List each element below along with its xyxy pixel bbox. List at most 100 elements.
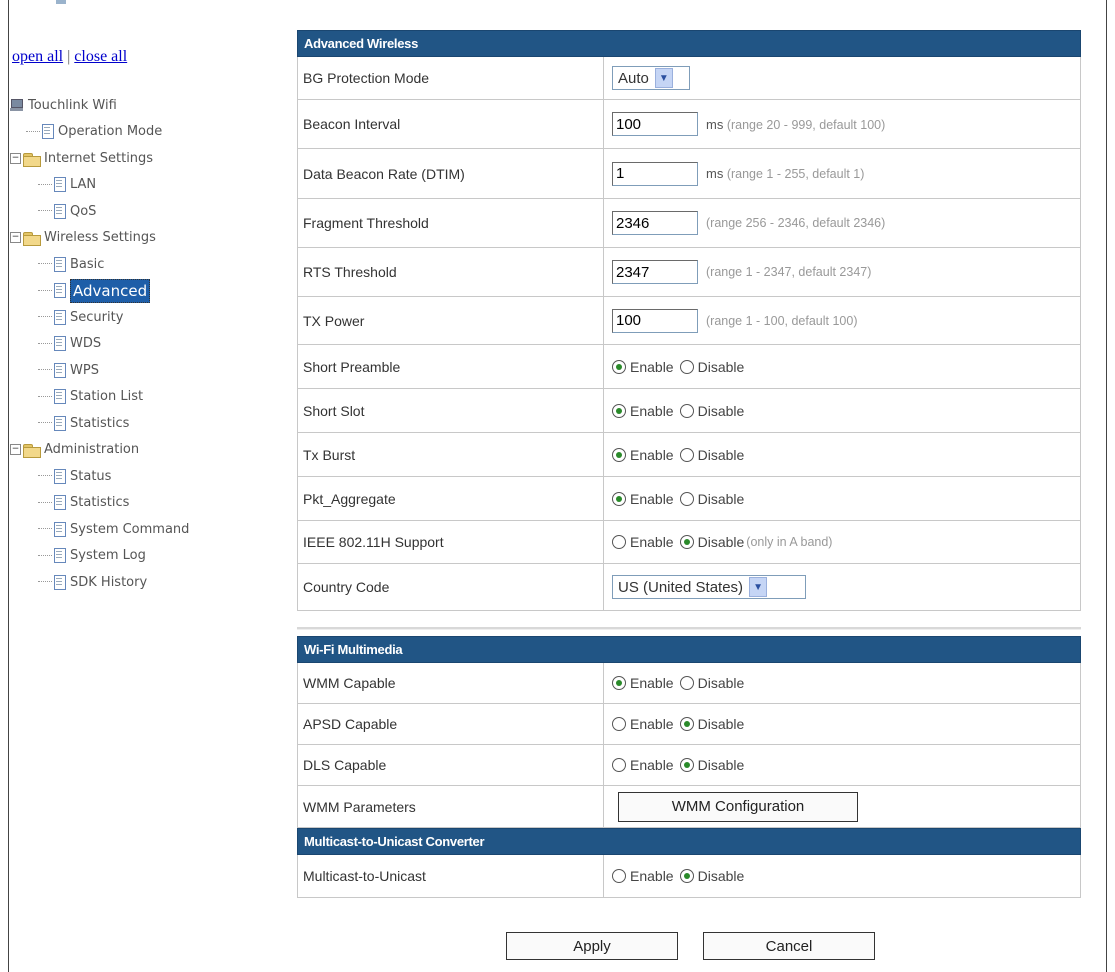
row-label: RTS Threshold: [298, 248, 604, 296]
cancel-button[interactable]: Cancel: [703, 932, 875, 960]
tree-connector: [38, 528, 52, 530]
row-label: Country Code: [298, 564, 604, 610]
hint-text: (range 1 - 255, default 1): [726, 167, 865, 181]
page-icon: [53, 362, 66, 378]
tree-item[interactable]: − Administration: [10, 437, 280, 464]
select-value: US (United States): [618, 578, 744, 596]
tree-item-label: Status: [70, 468, 112, 484]
dls-capable-disable-radio[interactable]: Disable: [679, 757, 744, 773]
tree-item[interactable]: Security: [10, 304, 280, 331]
wmm-configuration-button[interactable]: WMM Configuration: [618, 791, 858, 822]
row-label: IEEE 802.11H Support: [298, 521, 604, 563]
multicast-to-unicast-disable-radio[interactable]: Disable: [679, 868, 745, 884]
tree-item[interactable]: WPS: [10, 357, 280, 384]
tree-item[interactable]: QoS: [10, 198, 280, 225]
tx-burst-disable-radio[interactable]: Disable: [679, 446, 745, 463]
tree-connector: [38, 289, 52, 292]
apsd-capable-enable-radio[interactable]: Enable: [612, 716, 674, 732]
short-preamble-disable-radio[interactable]: Disable: [679, 359, 744, 375]
row-tx-burst: Tx Burst Enable Disable: [297, 433, 1081, 477]
radio-circle-icon: [679, 869, 694, 883]
open-all-link[interactable]: open all: [12, 48, 63, 65]
tx-power-input[interactable]: [612, 308, 698, 333]
row-ieee-80211h: IEEE 802.11H Support Enable Disable (only i…: [297, 521, 1081, 564]
tree-connector: [38, 183, 52, 186]
tree-controls: open all | close all: [12, 48, 280, 66]
wmm-capable-disable-radio[interactable]: Disable: [679, 675, 745, 691]
radio-circle-icon: [612, 535, 626, 549]
pkt-aggregate-disable-radio[interactable]: Disable: [679, 491, 744, 507]
row-label: Fragment Threshold: [298, 199, 604, 247]
dls-capable-enable-radio[interactable]: Enable: [612, 757, 674, 773]
multicast-to-unicast-enable-radio[interactable]: Enable: [612, 868, 674, 884]
collapse-toggle-icon[interactable]: −: [10, 444, 21, 456]
close-all-link[interactable]: close all: [74, 48, 127, 65]
tree-item[interactable]: LAN: [10, 172, 280, 199]
page-icon: [53, 548, 66, 564]
frame-left-border: [8, 0, 9, 972]
tree-item[interactable]: Operation Mode: [10, 119, 280, 146]
tree-item[interactable]: Statistics: [10, 490, 280, 517]
ieee-80211h-enable-radio[interactable]: Enable: [612, 534, 674, 550]
row-label: WMM Parameters: [298, 786, 604, 827]
tree-item[interactable]: System Log: [10, 543, 280, 570]
collapse-toggle-icon[interactable]: −: [10, 232, 21, 244]
row-rts-threshold: RTS Threshold (range 1 - 2347, default 2…: [297, 248, 1081, 297]
beacon-interval-input[interactable]: [612, 112, 698, 136]
row-wmm-parameters: WMM Parameters WMM Configuration: [297, 786, 1081, 828]
dtim-input[interactable]: [612, 161, 698, 186]
short-slot-enable-radio[interactable]: Enable: [612, 403, 674, 419]
tree-item[interactable]: Statistics: [10, 410, 280, 437]
fragment-threshold-input[interactable]: [612, 211, 698, 235]
radio-circle-icon: [612, 491, 626, 506]
radio-label: Enable: [630, 716, 674, 732]
page-icon: [53, 203, 66, 219]
rts-threshold-input[interactable]: [612, 260, 698, 284]
radio-label: Disable: [697, 446, 745, 463]
page-icon: [53, 468, 66, 484]
short-slot-disable-radio[interactable]: Disable: [679, 403, 744, 419]
tree-item[interactable]: WDS: [10, 331, 280, 358]
tree-connector: [38, 475, 52, 477]
bg-protection-select[interactable]: Auto ▼: [612, 66, 690, 90]
tree-item[interactable]: SDK History: [10, 569, 280, 596]
tree-item[interactable]: Basic: [10, 251, 280, 278]
tree-item[interactable]: Advanced: [10, 278, 280, 305]
radio-circle-icon: [679, 717, 694, 731]
row-short-slot: Short Slot Enable Disable: [297, 389, 1081, 433]
unit: ms: [706, 116, 724, 132]
row-bg-protection: BG Protection Mode Auto ▼: [297, 57, 1081, 100]
collapse-toggle-icon[interactable]: −: [10, 152, 21, 164]
apply-button[interactable]: Apply: [506, 932, 678, 960]
tree-item-label: System Log: [70, 548, 146, 564]
tree-item[interactable]: − Internet Settings: [10, 145, 280, 172]
country-code-select[interactable]: US (United States) ▼: [612, 575, 806, 599]
frame-right-border: [1106, 0, 1107, 972]
tree-item[interactable]: System Command: [10, 516, 280, 543]
radio-circle-icon: [679, 447, 694, 462]
hint-text: (range 1 - 100, default 100): [706, 313, 858, 328]
tree-item[interactable]: Station List: [10, 384, 280, 411]
pkt-aggregate-enable-radio[interactable]: Enable: [612, 491, 674, 507]
tree-item[interactable]: − Wireless Settings: [10, 225, 280, 252]
radio-circle-icon: [612, 676, 626, 690]
wmm-capable-enable-radio[interactable]: Enable: [612, 675, 674, 691]
tree-item-label: Basic: [70, 256, 105, 272]
apsd-capable-disable-radio[interactable]: Disable: [679, 716, 744, 732]
row-short-preamble: Short Preamble Enable Disable: [297, 345, 1081, 389]
tree-root[interactable]: Touchlink Wifi: [10, 92, 280, 119]
radio-label: Disable: [697, 675, 745, 691]
row-fragment-threshold: Fragment Threshold (range 256 - 2346, de…: [297, 199, 1081, 248]
tree-connector: [38, 395, 52, 398]
tree-item[interactable]: Status: [10, 463, 280, 490]
tx-burst-enable-radio[interactable]: Enable: [612, 447, 674, 463]
radio-circle-icon: [679, 403, 694, 418]
folder-icon: [23, 231, 41, 247]
tree-connector: [38, 554, 52, 557]
page-icon: [53, 336, 66, 352]
radio-label: Disable: [697, 868, 745, 884]
short-preamble-enable-radio[interactable]: Enable: [612, 359, 674, 375]
hint-text: (range 256 - 2346, default 2346): [706, 216, 886, 230]
tree-connector: [38, 501, 52, 504]
ieee-80211h-disable-radio[interactable]: Disable: [679, 534, 744, 550]
